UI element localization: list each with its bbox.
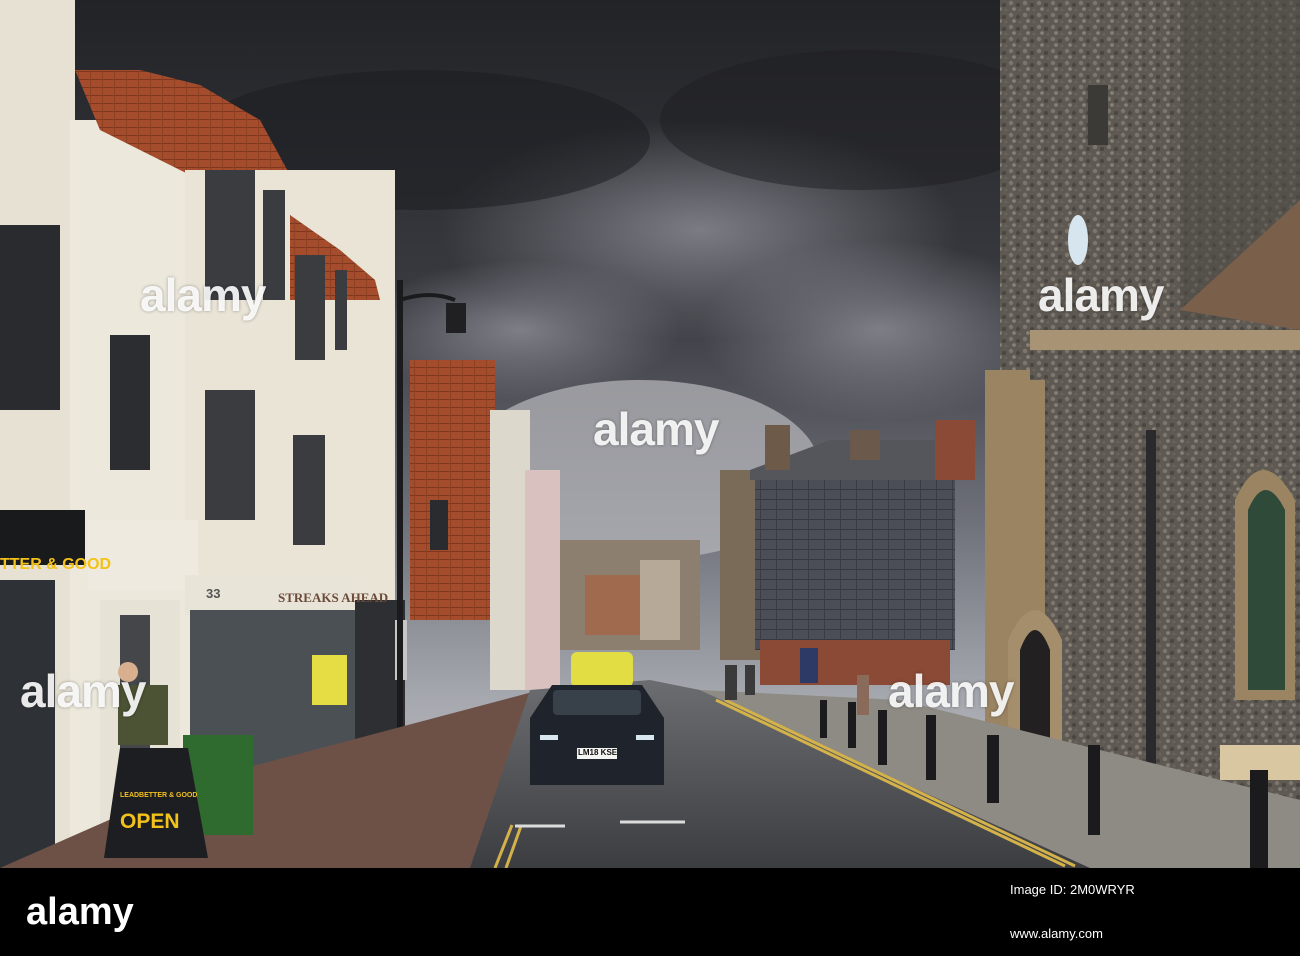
shop-fascia-sign: TTER & GOOD <box>0 556 112 573</box>
license-plate: LM18 KSE <box>578 748 618 757</box>
footer-url: www.alamy.com <box>1010 926 1103 941</box>
svg-text:alamy: alamy <box>26 891 134 933</box>
streaks-ahead-sign: STREAKS AHEAD <box>278 590 389 605</box>
alamy-logo: alamy <box>26 891 134 933</box>
shop-number: 33 <box>206 586 221 601</box>
aboard-brand-label: LEADBETTER & GOOD <box>120 792 198 799</box>
footer-bar: alamy Image ID: 2M0WRYR www.alamy.com <box>0 868 1300 956</box>
image-id-label: Image ID: 2M0WRYR <box>1010 882 1135 897</box>
photo: TTER & GOOD 33 STREAKS AHEAD LEADBETTER … <box>0 0 1300 868</box>
street-scene <box>0 0 1300 868</box>
aboard-open-label: OPEN <box>120 810 180 833</box>
